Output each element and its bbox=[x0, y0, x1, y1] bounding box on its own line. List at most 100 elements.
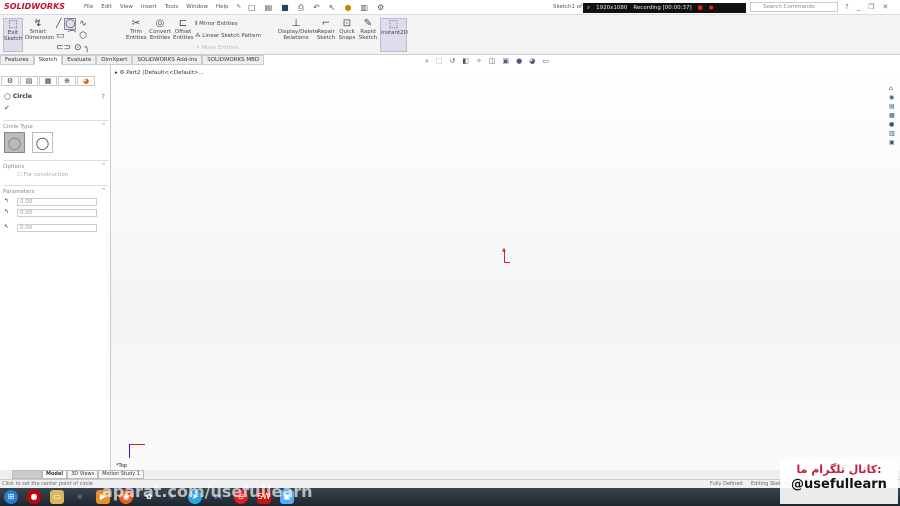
feature-manager-tab[interactable]: ⚙ bbox=[1, 76, 19, 86]
tab-mbd[interactable]: SOLIDWORKS MBD bbox=[202, 55, 265, 65]
circle-icon: ◯ bbox=[4, 93, 11, 100]
instant2d-button[interactable]: ⬚ Instant2D bbox=[380, 18, 408, 52]
rebuild-icon[interactable]: ● bbox=[345, 3, 352, 13]
offset-icon: ⊏ bbox=[178, 18, 188, 29]
options-gear-icon[interactable]: ⚙ bbox=[377, 3, 384, 13]
appearance-icon[interactable]: ◕ bbox=[529, 57, 535, 66]
collapse-icon[interactable]: ^ bbox=[101, 188, 106, 194]
tab-sketch[interactable]: Sketch bbox=[33, 55, 63, 65]
minimize-button[interactable]: _ bbox=[857, 3, 861, 11]
bottom-tabs: Model 3D Views Motion Study 1 bbox=[0, 470, 900, 479]
display-monitor-icon[interactable]: ▭ bbox=[542, 57, 549, 66]
point-icon[interactable]: ⊙ bbox=[74, 43, 82, 53]
dimxpert-manager-tab[interactable]: ⊕ bbox=[58, 76, 76, 86]
zoom-icon[interactable]: ⌕ bbox=[587, 5, 590, 12]
convert-entities-button[interactable]: ◎ Convert Entities bbox=[148, 18, 172, 41]
appearances-icon[interactable]: ● bbox=[889, 121, 895, 128]
undo-icon[interactable]: ↶ bbox=[313, 3, 320, 13]
tab-features[interactable]: Features bbox=[0, 55, 34, 65]
offset-entities-button[interactable]: ⊏ Offset Entities bbox=[173, 18, 194, 41]
recorder-app-icon[interactable]: ● bbox=[27, 490, 41, 504]
close-button[interactable]: ✕ bbox=[883, 3, 889, 11]
arc-icon[interactable]: ⌒ bbox=[67, 31, 76, 41]
spline-icon[interactable]: ∿ bbox=[79, 19, 87, 29]
pin-icon[interactable]: ✎ bbox=[237, 4, 242, 10]
tab-evaluate[interactable]: Evaluate bbox=[62, 55, 97, 65]
search-commands-input[interactable]: Search Commands bbox=[750, 2, 838, 12]
menu-window[interactable]: Window bbox=[186, 4, 208, 10]
for-construction-checkbox[interactable]: ☐ For construction bbox=[17, 172, 68, 178]
tab-motion-study[interactable]: Motion Study 1 bbox=[98, 470, 144, 479]
menu-edit[interactable]: Edit bbox=[101, 4, 112, 10]
collapse-icon[interactable]: ^ bbox=[101, 123, 106, 129]
circle-icon[interactable]: ◯ bbox=[64, 18, 77, 30]
menu-view[interactable]: View bbox=[120, 4, 133, 10]
graphics-area[interactable]: ▸ ⚙ Part2 (Default<<Default>... ▲ *Top ⌂… bbox=[111, 65, 900, 470]
explorer-icon[interactable]: ▭ bbox=[50, 490, 64, 504]
line-icon[interactable]: ╱ bbox=[56, 19, 61, 29]
internet-explorer-icon[interactable]: e bbox=[73, 490, 87, 504]
property-manager-tab[interactable]: ▤ bbox=[20, 76, 38, 86]
dynamic-annotation-icon[interactable]: ✧ bbox=[476, 57, 482, 66]
trim-entities-button[interactable]: ✂ Trim Entities bbox=[126, 18, 147, 41]
zoom-to-fit-icon[interactable]: ⌕ bbox=[425, 57, 429, 66]
radius-input[interactable]: 0.00 bbox=[17, 224, 97, 232]
view-orientation-icon[interactable]: ◫ bbox=[489, 57, 496, 66]
center-x-input[interactable]: 0.00 bbox=[17, 198, 97, 206]
zoom-area-icon[interactable]: ⬚ bbox=[436, 57, 443, 66]
hide-show-icon[interactable]: ● bbox=[516, 57, 522, 66]
rapid-sketch-button[interactable]: ✎ Rapid Sketch bbox=[358, 18, 378, 41]
tab-model[interactable]: Model bbox=[42, 470, 68, 479]
previous-view-icon[interactable]: ↺ bbox=[450, 57, 456, 66]
new-icon[interactable]: ▢ bbox=[248, 3, 256, 13]
perimeter-circle-button[interactable]: ◯ bbox=[32, 132, 53, 153]
start-button[interactable]: ⊞ bbox=[4, 490, 18, 504]
print-icon[interactable]: ⎙ bbox=[298, 3, 304, 13]
tab-dimxpert[interactable]: DimXpert bbox=[96, 55, 133, 65]
section-view-icon[interactable]: ◧ bbox=[462, 57, 469, 66]
design-library-icon[interactable]: ▤ bbox=[889, 103, 895, 110]
tab-3d-views[interactable]: 3D Views bbox=[67, 470, 99, 479]
configuration-manager-tab[interactable]: ▦ bbox=[39, 76, 57, 86]
menu-file[interactable]: File bbox=[84, 4, 93, 10]
polygon-icon[interactable]: ⬡ bbox=[79, 31, 87, 41]
restore-button[interactable]: ❐ bbox=[868, 3, 874, 11]
smart-dimension-button[interactable]: ↯ Smart Dimension bbox=[25, 18, 54, 41]
file-properties-icon[interactable]: ▥ bbox=[360, 3, 368, 13]
move-entities-button[interactable]: ↗ Move Entities bbox=[195, 42, 273, 54]
center-circle-button[interactable]: ◯ bbox=[4, 132, 25, 153]
select-icon[interactable]: ↖ bbox=[329, 3, 336, 13]
linear-pattern-button[interactable]: ⁂ Linear Sketch Pattern bbox=[195, 30, 273, 42]
mirror-entities-button[interactable]: ⫴ Mirror Entities bbox=[195, 18, 273, 30]
display-style-icon[interactable]: ▣ bbox=[503, 57, 510, 66]
tab-addins[interactable]: SOLIDWORKS Add-Ins bbox=[132, 55, 203, 65]
view-palette-icon[interactable]: ▣ bbox=[889, 139, 895, 146]
stop-icon[interactable]: ■ bbox=[698, 5, 703, 11]
ok-checkmark-icon[interactable]: ✔ bbox=[4, 104, 10, 112]
help-icon[interactable]: ? bbox=[845, 3, 849, 11]
resources-icon[interactable]: ◉ bbox=[889, 94, 895, 101]
menu-help[interactable]: Help bbox=[216, 4, 229, 10]
save-icon[interactable]: ■ bbox=[281, 3, 289, 13]
home-icon[interactable]: ⌂ bbox=[889, 85, 895, 92]
fillet-icon[interactable]: ╮ bbox=[84, 43, 89, 53]
menu-insert[interactable]: Insert bbox=[141, 4, 157, 10]
collapse-icon[interactable]: ^ bbox=[101, 163, 106, 169]
center-y-input[interactable]: 0.00 bbox=[17, 209, 97, 217]
quick-snaps-button[interactable]: ⊡ Quick Snaps bbox=[338, 18, 356, 41]
record-icon[interactable]: ● bbox=[709, 5, 714, 11]
slot-icon[interactable]: ⊂⊃ bbox=[56, 43, 71, 53]
exit-sketch-button[interactable]: ⬚ Exit Sketch bbox=[3, 18, 23, 52]
tab-scroll[interactable] bbox=[12, 470, 42, 479]
rectangle-icon[interactable]: ▭ bbox=[56, 31, 65, 41]
feature-tree-part[interactable]: ▸ ⚙ Part2 (Default<<Default>... bbox=[115, 70, 204, 76]
repair-sketch-button[interactable]: ⌐ Repair Sketch bbox=[316, 18, 336, 41]
center-x-icon: ↰ bbox=[4, 198, 9, 204]
open-icon[interactable]: ▤ bbox=[265, 3, 273, 13]
menu-tools[interactable]: Tools bbox=[165, 4, 179, 10]
file-explorer-icon[interactable]: ▦ bbox=[889, 112, 895, 119]
display-manager-tab[interactable]: ◕ bbox=[77, 76, 95, 86]
help-icon[interactable]: ? bbox=[101, 93, 105, 101]
custom-properties-icon[interactable]: ▥ bbox=[889, 130, 895, 137]
display-delete-relations-button[interactable]: ⊥ Display/Delete Relations bbox=[278, 18, 318, 41]
